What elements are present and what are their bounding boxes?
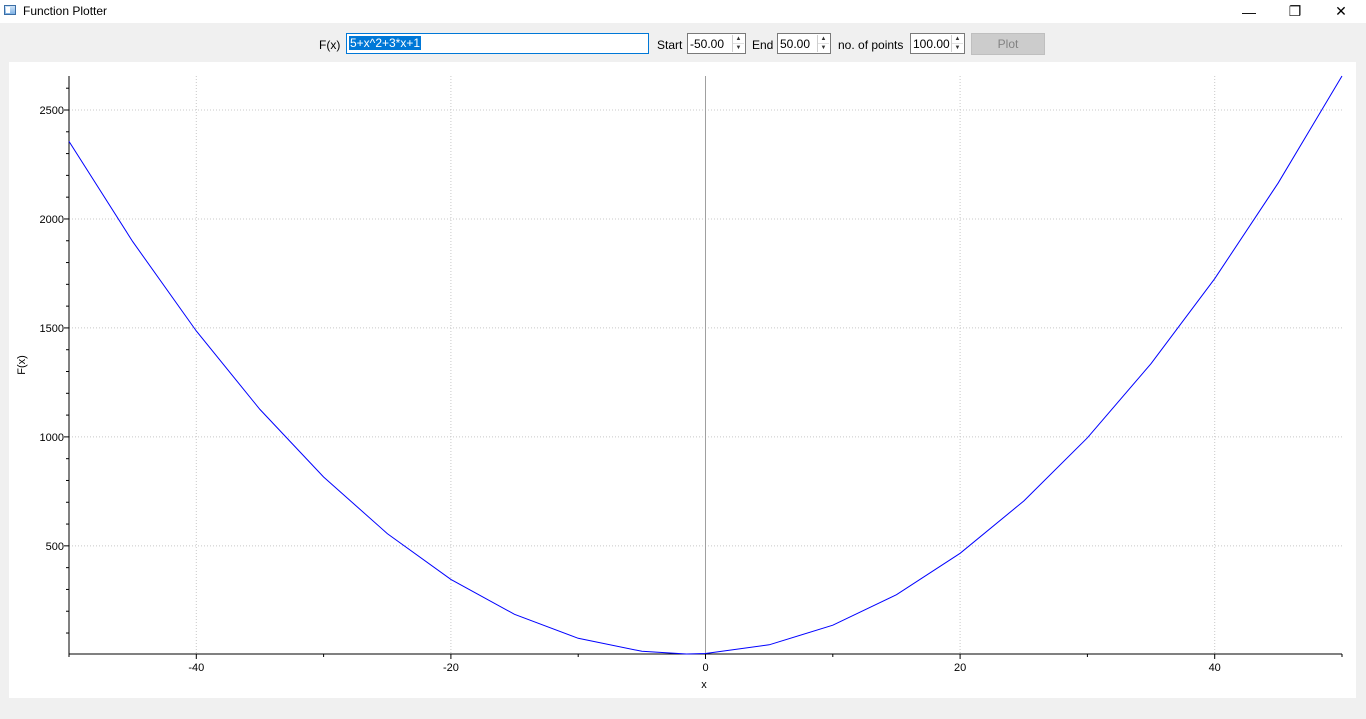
y-tick-label: 2000 — [40, 214, 64, 226]
start-value: -50.00 — [690, 37, 725, 51]
points-value: 100.00 — [913, 37, 950, 51]
function-chart: -40 -20 0 20 40 500 1000 1500 2000 2500 x F(x) — [16, 75, 1343, 691]
end-label: End — [752, 38, 774, 52]
y-tick-label: 1500 — [40, 323, 64, 335]
start-spin-arrows: ▲ ▼ — [732, 35, 744, 52]
end-increment-icon[interactable]: ▲ — [818, 35, 829, 43]
points-spinbox[interactable]: 100.00 ▲ ▼ — [910, 33, 965, 54]
function-input[interactable]: 5+x^2+3*x+1 — [346, 33, 649, 54]
chart-panel: -40 -20 0 20 40 500 1000 1500 2000 2500 x F(x) — [9, 62, 1356, 698]
minimize-button[interactable]: — — [1226, 0, 1272, 23]
y-tick-label: 2500 — [40, 105, 64, 117]
x-axis-label: x — [701, 679, 707, 691]
minimize-icon: — — [1242, 3, 1256, 20]
title-bar: Function Plotter — ❐ ✕ — [0, 0, 1366, 23]
window-title: Function Plotter — [23, 4, 108, 18]
app-window-icon — [4, 5, 16, 15]
x-tick-label: 40 — [1209, 662, 1221, 674]
start-increment-icon[interactable]: ▲ — [733, 35, 744, 43]
start-decrement-icon[interactable]: ▼ — [733, 43, 744, 52]
end-value: 50.00 — [780, 37, 811, 51]
fx-label: F(x) — [319, 38, 341, 52]
function-input-text: 5+x^2+3*x+1 — [349, 36, 422, 50]
points-increment-icon[interactable]: ▲ — [952, 35, 963, 43]
start-label: Start — [657, 38, 683, 52]
end-spin-arrows: ▲ ▼ — [817, 35, 829, 52]
x-tick-label: 20 — [954, 662, 966, 674]
x-tick-label: -40 — [188, 662, 204, 674]
points-label: no. of points — [838, 38, 904, 52]
points-spin-arrows: ▲ ▼ — [951, 35, 963, 52]
plot-button[interactable]: Plot — [971, 33, 1045, 55]
points-decrement-icon[interactable]: ▼ — [952, 43, 963, 52]
end-decrement-icon[interactable]: ▼ — [818, 43, 829, 52]
y-tick-label: 500 — [46, 541, 64, 553]
x-tick-label: -20 — [443, 662, 459, 674]
y-axis-label: F(x) — [16, 355, 28, 375]
start-spinbox[interactable]: -50.00 ▲ ▼ — [687, 33, 746, 54]
maximize-button[interactable]: ❐ — [1272, 0, 1318, 23]
x-tick-label: 0 — [702, 662, 708, 674]
close-button[interactable]: ✕ — [1318, 0, 1364, 23]
restore-icon: ❐ — [1288, 3, 1302, 19]
end-spinbox[interactable]: 50.00 ▲ ▼ — [777, 33, 831, 54]
close-icon: ✕ — [1335, 3, 1347, 19]
tick-labels: -40 -20 0 20 40 500 1000 1500 2000 2500 — [40, 105, 1221, 674]
axes — [64, 76, 1343, 659]
y-tick-label: 1000 — [40, 432, 64, 444]
